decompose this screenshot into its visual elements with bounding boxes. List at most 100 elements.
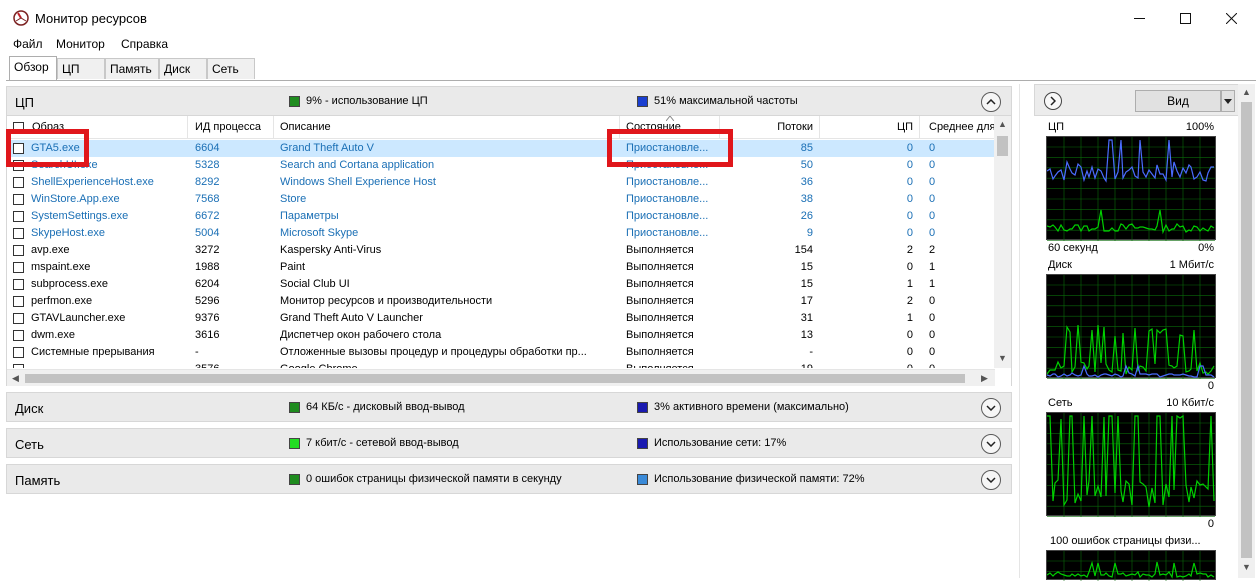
table-row[interactable]: perfmon.exe 5296 Монитор ресурсов и произв… [7,293,995,310]
cpu-section-header[interactable]: ЦП 9% - использование ЦП 51% максимально… [6,86,1012,116]
scroll-down-icon[interactable]: ▼ [998,353,1007,363]
table-row[interactable]: WinStore.App.exe 7568 Store Приостановле...… [7,191,995,208]
view-dropdown-button[interactable] [1221,90,1235,112]
row-checkbox[interactable] [13,279,24,290]
expand-disk-button[interactable] [981,398,1001,418]
cell-image: dwm.exe [31,329,76,341]
row-checkbox[interactable] [13,228,24,239]
row-checkbox[interactable] [13,211,24,222]
cell-cpu: 0 [906,346,913,358]
cell-average: 2 [929,244,936,256]
horizontal-scroll-thumb[interactable] [25,374,965,383]
cell-description: Store [280,193,307,205]
table-row[interactable]: ... 3576 Google Chrome Выполняется 19 0 0 [7,361,995,368]
tab-memory[interactable]: Память [105,58,159,79]
row-checkbox[interactable] [13,194,24,205]
collapse-cpu-button[interactable] [981,92,1001,112]
cell-threads: 50 [800,159,813,171]
table-row[interactable]: SearchUI.exe 5328 Search and Cortana appli… [7,157,995,174]
tab-cpu[interactable]: ЦП [57,58,105,79]
table-row[interactable]: Системные прерывания - Отложенные вызовы п… [7,344,995,361]
table-row[interactable]: mspaint.exe 1988 Paint Выполняется 15 0 1 [7,259,995,276]
graph-scroll-thumb[interactable] [1241,102,1252,558]
cell-threads: 19 [727,363,813,368]
col-threads[interactable]: Потоки [727,121,813,133]
table-row[interactable]: SkypeHost.exe 5004 Microsoft Skype Приостан… [7,225,995,242]
graph-pane-scrollbar[interactable]: ▲ ▼ [1238,84,1255,578]
table-header: Образ ИД процесса Описание Состояние Пот… [7,116,995,139]
close-button[interactable] [1208,0,1254,36]
scroll-up-icon[interactable]: ▲ [998,119,1007,129]
network-section-header[interactable]: Сеть 7 кбит/с - сетевой ввод-вывод Испол… [6,428,1012,458]
table-row[interactable]: dwm.exe 3616 Диспетчер окон рабочего стола… [7,327,995,344]
maximize-button[interactable] [1162,0,1208,36]
row-checkbox[interactable] [13,364,24,368]
row-checkbox[interactable] [13,330,24,341]
cell-average: 0 [929,346,936,358]
cell-pid: 6672 [195,210,220,222]
row-checkbox[interactable] [13,177,24,188]
network-io-text: 7 кбит/с - сетевой ввод-вывод [306,437,459,449]
scroll-left-icon[interactable]: ◀ [12,373,19,384]
cpu-frequency-stat: 51% максимальной частоты [637,95,798,107]
col-average[interactable]: Среднее для [929,121,995,133]
scroll-right-icon[interactable]: ▶ [981,373,988,384]
network-section-title: Сеть [15,437,44,452]
disk-active-text: 3% активного времени (максимально) [654,401,849,413]
disk-section-title: Диск [15,401,44,416]
disk-graph-max: 1 Мбит/с [1169,259,1214,271]
table-vertical-scrollbar[interactable]: ▲ ▼ [994,116,1011,368]
row-checkbox[interactable] [13,313,24,324]
menu-file[interactable]: Файл [13,37,43,51]
menu-monitor[interactable]: Монитор [56,37,105,51]
scroll-down-icon[interactable]: ▼ [1242,562,1251,572]
chevron-right-icon [1050,96,1056,106]
memory-section-header[interactable]: Память 0 ошибок страницы физической памя… [6,464,1012,494]
tab-disk[interactable]: Диск [159,58,207,79]
cell-average: 0 [929,227,936,239]
scroll-up-icon[interactable]: ▲ [1242,87,1251,97]
cell-pid: 8292 [195,176,220,188]
g-disk-plot [1047,275,1215,379]
expand-network-button[interactable] [981,434,1001,454]
table-row[interactable]: SystemSettings.exe 6672 Параметры Приостано… [7,208,995,225]
view-button[interactable]: Вид [1135,90,1221,112]
disk-section-header[interactable]: Диск 64 КБ/с - дисковый ввод-вывод 3% ак… [6,392,1012,422]
cell-image: ShellExperienceHost.exe [31,176,154,188]
table-row[interactable]: subprocess.exe 6204 Social Club UI Выполняе… [7,276,995,293]
table-row[interactable]: ShellExperienceHost.exe 8292 Windows Shell… [7,174,995,191]
cell-image: SystemSettings.exe [31,210,129,222]
table-row[interactable]: GTAVLauncher.exe 9376 Grand Theft Auto V L… [7,310,995,327]
col-pid[interactable]: ИД процесса [195,121,261,133]
dropdown-arrow-icon [1224,98,1232,104]
row-checkbox[interactable] [13,262,24,273]
collapse-graphs-button[interactable] [1044,92,1062,110]
cell-pid: 5328 [195,159,220,171]
cell-cpu: 0 [906,227,913,239]
chevron-down-icon [986,441,996,447]
row-checkbox[interactable] [13,245,24,256]
table-row[interactable]: avp.exe 3272 Kaspersky Anti-Virus Выполняет… [7,242,995,259]
table-row[interactable]: GTA5.exe 6604 Grand Theft Auto V Приостанов… [7,140,995,157]
network-graph-title: Сеть [1048,397,1073,409]
expand-memory-button[interactable] [981,470,1001,490]
pane-divider[interactable] [1019,84,1020,578]
cell-status: Выполняется [626,261,694,273]
row-checkbox[interactable] [13,347,24,358]
green-square-icon [289,95,300,107]
chevron-down-icon [986,477,996,483]
row-checkbox[interactable] [13,296,24,307]
tab-network[interactable]: Сеть [207,58,255,79]
table-horizontal-scrollbar[interactable]: ◀ ▶ [7,369,995,386]
scroll-thumb[interactable] [997,136,1008,156]
minimize-button[interactable] [1116,0,1162,36]
cell-threads: 9 [806,227,813,239]
cell-average: 0 [929,210,936,222]
chevron-up-icon [986,99,996,105]
cell-description: Параметры [280,210,339,222]
col-cpu[interactable]: ЦП [827,121,913,133]
cell-threads: 13 [800,329,813,341]
col-description[interactable]: Описание [280,121,331,133]
tab-overview[interactable]: Обзор [9,56,57,80]
menu-help[interactable]: Справка [121,37,168,51]
